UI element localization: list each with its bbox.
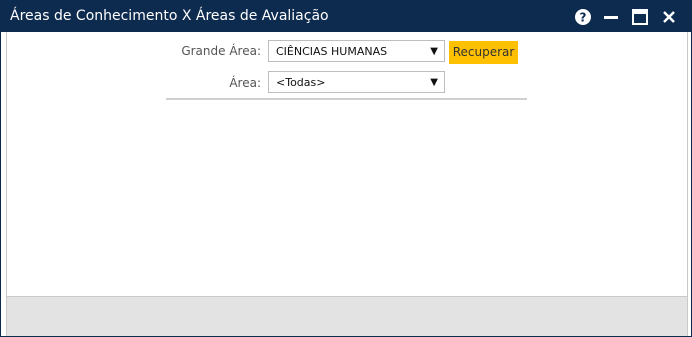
window-title: Áreas de Conhecimento X Áreas de Avaliaç… [10,8,329,24]
help-icon[interactable]: ? [574,8,592,26]
grande-area-select[interactable]: CIÊNCIAS HUMANAS ▼ [268,40,445,62]
area-select[interactable]: <Todas> ▼ [268,71,445,93]
area-label: Área: [229,76,261,90]
dropdown-arrow-icon: ▼ [430,46,438,57]
footer-bar [6,296,688,336]
form-divider [166,98,527,100]
dialog-window: Áreas de Conhecimento X Áreas de Avaliaç… [0,0,692,337]
maximize-icon[interactable] [631,8,649,26]
recuperar-button[interactable]: Recuperar [449,41,518,64]
area-selected-value: <Todas> [276,76,326,89]
title-bar[interactable]: Áreas de Conhecimento X Áreas de Avaliaç… [1,1,691,32]
close-icon[interactable] [660,8,678,26]
grande-area-selected-value: CIÊNCIAS HUMANAS [276,45,388,58]
minimize-icon[interactable] [602,8,620,26]
grande-area-label: Grande Área: [181,44,261,58]
dropdown-arrow-icon: ▼ [430,77,438,88]
svg-text:?: ? [580,11,587,25]
